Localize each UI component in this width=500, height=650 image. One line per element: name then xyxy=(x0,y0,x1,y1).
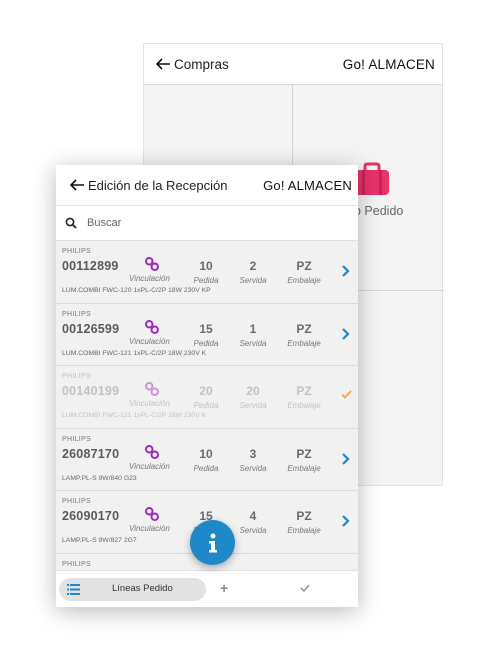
pedida-label: Pedida xyxy=(193,276,219,285)
product-code: 00112899 xyxy=(62,259,119,273)
chevron-right-icon[interactable] xyxy=(341,327,350,340)
product-brand: PHILIPS xyxy=(62,560,91,568)
app-brand: Go! ALMACEN xyxy=(263,177,352,193)
link-icon[interactable] xyxy=(145,507,159,521)
product-code: 26090170 xyxy=(62,509,120,523)
link-icon[interactable] xyxy=(145,382,159,396)
servida-label: Servida xyxy=(239,526,267,535)
servida-value: 4 xyxy=(249,509,257,523)
suitcase-icon[interactable] xyxy=(354,162,390,196)
search-input[interactable] xyxy=(87,217,327,229)
link-icon[interactable] xyxy=(145,319,159,334)
screen-header: Edición de la Recepción Go! ALMACEN xyxy=(56,165,358,205)
servida-label: Servida xyxy=(239,401,267,410)
search-icon xyxy=(65,217,77,229)
chevron-right-icon[interactable] xyxy=(341,515,350,527)
info-fab-button[interactable] xyxy=(190,520,235,565)
back-button[interactable]: Edición de la Recepción xyxy=(70,178,227,193)
compras-title: Compras xyxy=(174,56,229,72)
embalaje-value: PZ xyxy=(296,384,312,398)
bottom-tab-bar: Líneas Pedido + xyxy=(56,570,358,607)
product-brand: PHILIPS xyxy=(62,373,91,380)
tab-lineas-label: Líneas Pedido xyxy=(112,582,173,594)
servida-value: 20 xyxy=(246,384,260,398)
pedida-value: 10 xyxy=(199,259,213,273)
servida-value: 1 xyxy=(249,321,257,336)
product-description: LAMP.PL-S 9W/840 G23 xyxy=(62,474,137,482)
product-code: 26087170 xyxy=(62,446,120,461)
product-code: 00126599 xyxy=(62,321,120,336)
product-brand: PHILIPS xyxy=(62,435,91,443)
link-label: Vinculación xyxy=(129,524,170,533)
pedida-value: 15 xyxy=(199,321,213,336)
check-icon[interactable] xyxy=(300,584,310,592)
chevron-right-icon[interactable] xyxy=(341,452,350,465)
product-brand: PHILIPS xyxy=(62,248,91,255)
back-button[interactable]: Compras xyxy=(156,57,229,72)
embalaje-label: Embalaje xyxy=(287,338,321,348)
back-arrow-icon xyxy=(156,58,170,70)
product-brand: PHILIPS xyxy=(62,498,91,505)
app-brand: Go! ALMACEN xyxy=(342,56,435,72)
product-brand: PHILIPS xyxy=(62,310,91,318)
product-description: LUM.COMBI FWC-121 1xPL-C/2P 18W 230V K xyxy=(62,412,207,419)
link-icon[interactable] xyxy=(145,257,159,271)
link-icon[interactable] xyxy=(145,444,159,459)
pedida-value: 10 xyxy=(199,446,213,461)
search-bar xyxy=(56,205,358,241)
product-code: 00140199 xyxy=(62,384,120,398)
link-label: Vinculación xyxy=(129,274,170,283)
list-item[interactable]: PHILIPS 26087170 Vinculación 10 Pedida 3 Servi… xyxy=(56,428,358,491)
embalaje-label: Embalaje xyxy=(287,401,321,410)
tab-lineas-pedido[interactable]: Líneas Pedido xyxy=(59,577,206,601)
link-label: Vinculación xyxy=(129,399,170,408)
embalaje-label: Embalaje xyxy=(287,463,321,473)
servida-label: Servida xyxy=(239,463,267,473)
servida-label: Servida xyxy=(239,338,267,348)
back-arrow-icon xyxy=(70,179,84,191)
servida-value: 3 xyxy=(249,446,257,461)
servida-label: Servida xyxy=(239,276,267,285)
pedida-label: Pedida xyxy=(193,463,219,473)
list-item[interactable]: PHILIPS 00126599 Vinculación 15 Pedida 1 Servi… xyxy=(56,303,358,366)
plus-icon[interactable]: + xyxy=(220,580,228,596)
product-description: LAMP.PL-S 9W/827 2G7 xyxy=(62,537,137,544)
list-icon xyxy=(67,583,80,595)
chevron-right-icon[interactable] xyxy=(341,265,350,277)
embalaje-value: PZ xyxy=(296,446,312,461)
link-label: Vinculación xyxy=(129,461,170,471)
embalaje-value: PZ xyxy=(296,259,312,273)
check-icon xyxy=(341,390,352,399)
servida-value: 2 xyxy=(249,259,257,273)
tile-label[interactable]: o Pedido xyxy=(354,204,403,218)
embalaje-label: Embalaje xyxy=(287,276,321,285)
screen-title: Edición de la Recepción xyxy=(88,177,228,193)
embalaje-label: Embalaje xyxy=(287,526,321,535)
embalaje-value: PZ xyxy=(296,321,312,336)
pedida-label: Pedida xyxy=(193,401,219,410)
link-label: Vinculación xyxy=(129,336,170,346)
list-item[interactable]: PHILIPS 00112899 Vinculación 10 Pedida 2 Servi… xyxy=(56,241,358,304)
product-description: LUM.COMBI FWC-120 1xPL-C/2P 18W 230V KP xyxy=(62,287,211,294)
product-description: LUM.COMBI FWC-121 1xPL-C/2P 18W 230V K xyxy=(62,349,207,357)
compras-header: Compras Go! ALMACEN xyxy=(144,44,442,85)
pedida-value: 20 xyxy=(199,384,213,398)
info-icon xyxy=(208,533,217,552)
embalaje-value: PZ xyxy=(296,509,312,523)
pedida-label: Pedida xyxy=(193,338,219,348)
list-item[interactable]: PHILIPS 00140199 Vinculación 20 Pedida 20 Serv… xyxy=(56,366,358,429)
